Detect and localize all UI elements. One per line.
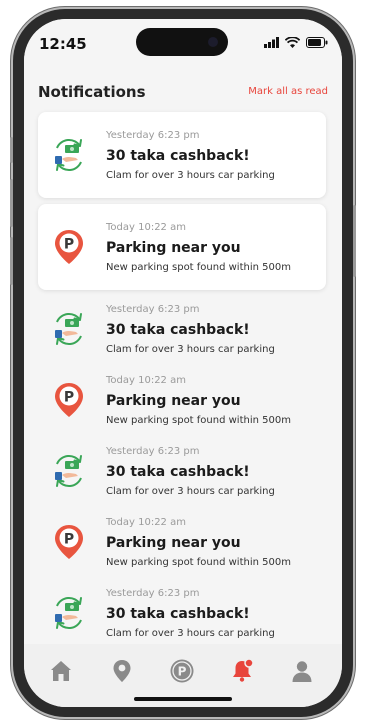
notification-time: Yesterday 6:23 pm: [106, 588, 200, 599]
status-time: 12:45: [39, 35, 87, 53]
notification-title: 30 taka cashback!: [106, 148, 250, 164]
parking-pin-icon: P: [52, 523, 86, 561]
home-icon: [51, 661, 71, 681]
tab-parking[interactable]: P: [169, 658, 195, 684]
svg-text:P: P: [64, 237, 74, 253]
notification-time: Yesterday 6:23 pm: [106, 446, 200, 457]
notification-description: Clam for over 3 hours car parking: [106, 486, 275, 497]
notification-time: Yesterday 6:23 pm: [106, 130, 200, 141]
parking-pin-icon: P: [52, 228, 86, 266]
cashback-icon: [52, 310, 86, 348]
cashback-icon: [52, 136, 86, 174]
notification-description: Clam for over 3 hours car parking: [106, 170, 275, 181]
notification-title: 30 taka cashback!: [106, 464, 250, 480]
notification-card[interactable]: Yesterday 6:23 pm 30 taka cashback! Clam…: [38, 112, 326, 198]
notification-card[interactable]: Yesterday 6:23 pm 30 taka cashback! Clam…: [38, 438, 326, 508]
cashback-icon: [52, 452, 86, 490]
notification-card[interactable]: Yesterday 6:23 pm 30 taka cashback! Clam…: [38, 296, 326, 366]
notification-description: New parking spot found within 500m: [106, 415, 291, 426]
notification-time: Yesterday 6:23 pm: [106, 304, 200, 315]
status-icons: [264, 37, 328, 48]
parking-pin-icon: P: [52, 381, 86, 419]
notification-title: Parking near you: [106, 535, 241, 551]
phone-frame: 12:45 Notifications Mark all as read Yes…: [10, 9, 356, 717]
notification-card[interactable]: P Today 10:22 am Parking near you New pa…: [38, 204, 326, 290]
parking-icon: P: [170, 659, 194, 683]
tab-home[interactable]: [48, 658, 74, 684]
status-bar: 12:45: [24, 19, 342, 75]
svg-text:P: P: [64, 532, 74, 548]
power-button: [353, 205, 356, 277]
volume-up-button: [10, 179, 13, 227]
notification-description: New parking spot found within 500m: [106, 557, 291, 568]
signal-icon: [264, 37, 279, 48]
page-title: Notifications: [38, 83, 146, 101]
mark-all-read-button[interactable]: Mark all as read: [248, 86, 328, 97]
notification-time: Today 10:22 am: [106, 222, 186, 233]
tab-notifications[interactable]: [229, 658, 255, 684]
notification-time: Today 10:22 am: [106, 517, 186, 528]
side-button: [10, 137, 13, 163]
tab-location[interactable]: [109, 658, 135, 684]
screen: 12:45 Notifications Mark all as read Yes…: [24, 19, 342, 707]
svg-text:P: P: [178, 665, 187, 679]
notification-description: Clam for over 3 hours car parking: [106, 344, 275, 355]
notification-card[interactable]: P Today 10:22 am Parking near you New pa…: [38, 509, 326, 579]
cashback-icon: [52, 594, 86, 632]
notification-card[interactable]: P Today 10:22 am Parking near you New pa…: [38, 367, 326, 437]
notification-time: Today 10:22 am: [106, 375, 186, 386]
home-indicator: [134, 697, 232, 701]
bell-icon: [233, 658, 254, 682]
notification-title: 30 taka cashback!: [106, 322, 250, 338]
notification-description: New parking spot found within 500m: [106, 262, 291, 273]
volume-down-button: [10, 237, 13, 285]
wifi-icon: [285, 37, 300, 48]
notification-title: Parking near you: [106, 240, 241, 256]
user-icon: [292, 661, 312, 682]
bottom-tab-bar: P: [24, 644, 342, 707]
notification-description: Clam for over 3 hours car parking: [106, 628, 275, 639]
notification-card[interactable]: Yesterday 6:23 pm 30 taka cashback! Clam…: [38, 580, 326, 650]
location-pin-icon: [113, 660, 131, 682]
battery-icon: [306, 37, 328, 48]
notification-title: 30 taka cashback!: [106, 606, 250, 622]
page-header: Notifications Mark all as read: [24, 75, 342, 115]
svg-text:P: P: [64, 390, 74, 406]
tab-profile[interactable]: [289, 658, 315, 684]
dynamic-island: [136, 28, 228, 56]
notification-title: Parking near you: [106, 393, 241, 409]
